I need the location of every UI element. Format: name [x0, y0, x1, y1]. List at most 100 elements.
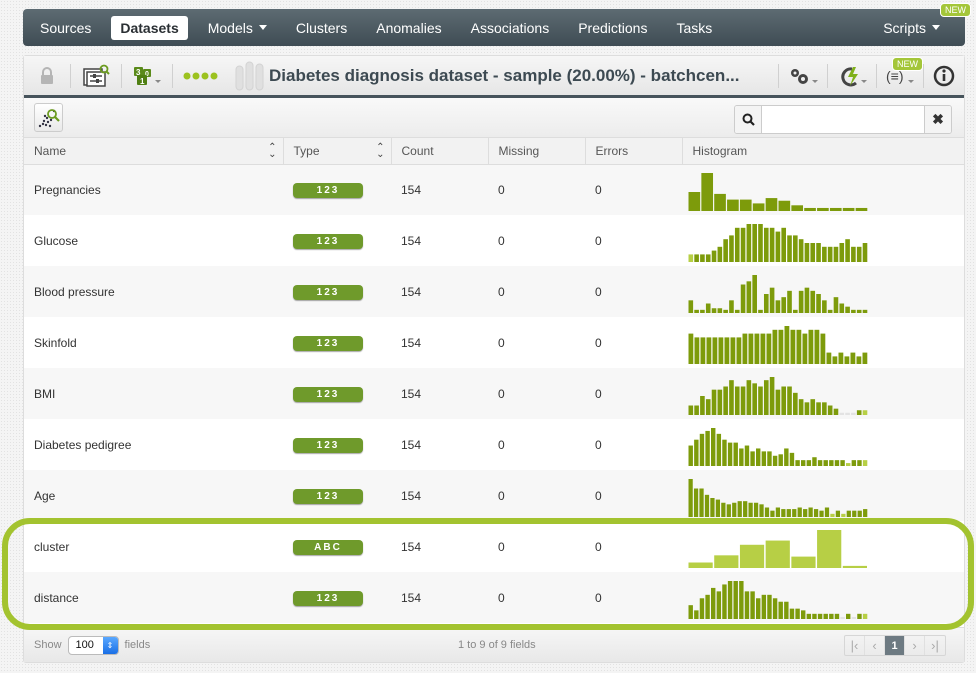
- field-name[interactable]: Skinfold: [34, 336, 77, 350]
- histogram-bar[interactable]: [748, 333, 754, 364]
- histogram-bar[interactable]: [857, 459, 862, 466]
- histogram-bar[interactable]: [791, 556, 816, 568]
- formula-button[interactable]: (≡) NEW: [877, 56, 923, 95]
- histogram-bar[interactable]: [715, 499, 721, 517]
- prev-page-button[interactable]: ‹: [865, 636, 885, 655]
- histogram-bar[interactable]: [727, 199, 739, 211]
- histogram[interactable]: [688, 169, 868, 211]
- histogram-bar[interactable]: [798, 398, 804, 415]
- nav-scripts[interactable]: Scripts NEW: [874, 2, 971, 40]
- field-name[interactable]: cluster: [34, 540, 69, 554]
- histogram-bar[interactable]: [733, 442, 738, 466]
- histogram-bar[interactable]: [694, 609, 699, 619]
- histogram-bar[interactable]: [717, 246, 723, 262]
- histogram-bar[interactable]: [778, 601, 783, 619]
- histogram-bar[interactable]: [829, 207, 842, 211]
- histogram-bar[interactable]: [803, 508, 808, 517]
- histogram-bar[interactable]: [804, 401, 810, 415]
- histogram-bar[interactable]: [813, 508, 819, 517]
- histogram-bar[interactable]: [806, 613, 812, 619]
- nav-datasets[interactable]: Datasets: [111, 15, 188, 40]
- histogram-bar[interactable]: [790, 329, 796, 364]
- histogram-bar[interactable]: [760, 333, 766, 364]
- histogram-bar[interactable]: [822, 246, 827, 262]
- histogram-bar[interactable]: [793, 309, 798, 313]
- histogram-bar[interactable]: [833, 408, 839, 415]
- histogram-bar[interactable]: [700, 336, 706, 364]
- histogram-bar[interactable]: [839, 242, 845, 262]
- histogram-bar[interactable]: [841, 513, 846, 517]
- histogram-bar[interactable]: [688, 478, 693, 517]
- nav-models[interactable]: Models: [199, 16, 276, 40]
- histogram[interactable]: [688, 271, 868, 313]
- histogram-bar[interactable]: [711, 427, 716, 466]
- histogram-bar[interactable]: [746, 280, 752, 313]
- histogram-bar[interactable]: [739, 580, 744, 619]
- histogram-bar[interactable]: [846, 462, 851, 466]
- histogram-bar[interactable]: [754, 333, 760, 364]
- table-row[interactable]: Age 123 154 0 0: [24, 470, 964, 521]
- histogram-bar[interactable]: [795, 459, 800, 466]
- nav-predictions[interactable]: Predictions: [569, 16, 656, 40]
- histogram-bar[interactable]: [801, 459, 806, 466]
- histogram-bar[interactable]: [772, 597, 778, 619]
- histogram-bar[interactable]: [775, 389, 781, 415]
- histogram-bar[interactable]: [789, 452, 795, 466]
- histogram-bar[interactable]: [840, 616, 845, 619]
- histogram-bar[interactable]: [816, 242, 821, 262]
- histogram-bar[interactable]: [740, 284, 746, 313]
- histogram-bar[interactable]: [752, 382, 757, 415]
- histogram-bar[interactable]: [824, 507, 830, 517]
- histogram-bar[interactable]: [778, 329, 784, 364]
- histogram-bar[interactable]: [734, 386, 740, 415]
- one-click-button[interactable]: [828, 56, 876, 95]
- histogram-bar[interactable]: [763, 227, 769, 262]
- histogram-bar[interactable]: [801, 609, 806, 619]
- histogram-bar[interactable]: [808, 329, 814, 364]
- histogram-bar[interactable]: [730, 336, 736, 364]
- first-page-button[interactable]: |‹: [845, 636, 865, 655]
- histogram-bar[interactable]: [739, 544, 765, 568]
- histogram-bar[interactable]: [750, 590, 755, 619]
- table-row[interactable]: BMI 123 154 0 0: [24, 368, 964, 419]
- histogram-bar[interactable]: [688, 562, 713, 568]
- histogram-bar[interactable]: [694, 405, 699, 415]
- histogram-bar[interactable]: [855, 207, 868, 211]
- histogram-bar[interactable]: [752, 274, 757, 313]
- histogram[interactable]: [688, 220, 868, 262]
- histogram-bar[interactable]: [756, 447, 761, 466]
- table-row[interactable]: Glucose 123 154 0 0: [24, 215, 964, 266]
- histogram-bar[interactable]: [787, 386, 792, 415]
- histogram-bar[interactable]: [753, 502, 759, 517]
- page-size-select[interactable]: 100 ⇕: [67, 635, 119, 655]
- histogram-bar[interactable]: [839, 303, 845, 313]
- field-name[interactable]: distance: [34, 591, 79, 605]
- histogram-bar[interactable]: [752, 223, 757, 262]
- histogram-bar[interactable]: [705, 594, 710, 619]
- histogram-bar[interactable]: [804, 287, 810, 313]
- table-row[interactable]: Skinfold 123 154 0 0: [24, 317, 964, 368]
- histogram-bar[interactable]: [764, 507, 770, 517]
- field-name[interactable]: Age: [34, 489, 55, 503]
- histogram-bar[interactable]: [804, 242, 810, 262]
- nav-clusters[interactable]: Clusters: [287, 16, 356, 40]
- histogram-bar[interactable]: [744, 590, 750, 619]
- histogram-bar[interactable]: [856, 246, 862, 262]
- histogram-bar[interactable]: [781, 227, 787, 262]
- histogram-bar[interactable]: [823, 459, 828, 466]
- histogram-bar[interactable]: [819, 510, 824, 517]
- histogram-bar[interactable]: [688, 299, 694, 313]
- histogram-bar[interactable]: [798, 238, 804, 262]
- histogram-bar[interactable]: [693, 488, 699, 517]
- histogram-bar[interactable]: [817, 529, 842, 568]
- histogram-bar[interactable]: [743, 500, 748, 517]
- last-page-button[interactable]: ›|: [925, 636, 945, 655]
- histogram-bar[interactable]: [722, 583, 727, 619]
- histogram-bar[interactable]: [739, 199, 752, 211]
- table-row[interactable]: cluster ABC 154 0 0: [24, 521, 964, 572]
- histogram-bar[interactable]: [784, 447, 789, 466]
- histogram-bar[interactable]: [699, 488, 704, 517]
- histogram-bar[interactable]: [835, 510, 841, 517]
- field-name[interactable]: BMI: [34, 387, 55, 401]
- histogram-bar[interactable]: [701, 172, 714, 211]
